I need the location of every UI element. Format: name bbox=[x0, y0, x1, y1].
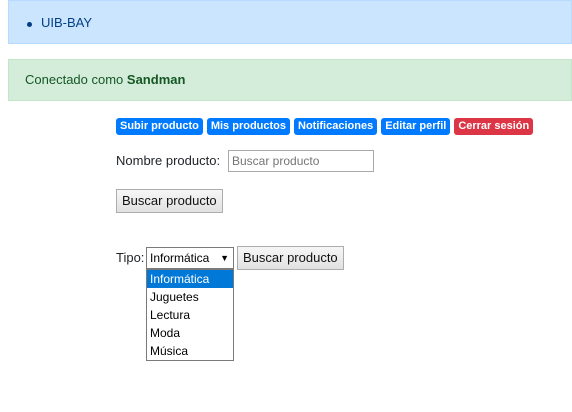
type-dropdown-list: Informática Juguetes Lectura Moda Música bbox=[146, 269, 234, 361]
search-by-name-button[interactable]: Buscar producto bbox=[116, 189, 223, 213]
type-select-value: Informática bbox=[150, 251, 210, 265]
logout-button[interactable]: Cerrar sesión bbox=[454, 118, 534, 135]
brand-link[interactable]: UIB-BAY bbox=[41, 15, 92, 30]
upload-product-button[interactable]: Subir producto bbox=[116, 118, 203, 135]
type-select[interactable]: Informática ▼ bbox=[146, 247, 234, 269]
type-option-lectura[interactable]: Lectura bbox=[147, 306, 233, 324]
action-buttons: Subir producto Mis productos Notificacio… bbox=[116, 118, 534, 135]
type-label: Tipo: bbox=[116, 250, 145, 265]
type-option-musica[interactable]: Música bbox=[147, 342, 233, 360]
navbar: UIB-BAY bbox=[8, 0, 572, 44]
chevron-down-icon: ▼ bbox=[220, 253, 229, 263]
edit-profile-button[interactable]: Editar perfil bbox=[381, 118, 451, 135]
type-option-moda[interactable]: Moda bbox=[147, 324, 233, 342]
my-products-button[interactable]: Mis productos bbox=[206, 118, 290, 135]
login-status-alert: Conectado como Sandman bbox=[8, 59, 572, 101]
product-name-input[interactable] bbox=[228, 150, 374, 172]
notifications-button[interactable]: Notificaciones bbox=[294, 118, 378, 135]
product-name-label: Nombre producto: bbox=[116, 153, 221, 168]
type-option-juguetes[interactable]: Juguetes bbox=[147, 288, 233, 306]
login-status-prefix: Conectado como bbox=[25, 72, 127, 87]
type-option-informatica[interactable]: Informática bbox=[147, 270, 233, 288]
login-status-text: Conectado como Sandman bbox=[25, 72, 185, 87]
search-by-type-button[interactable]: Buscar producto bbox=[237, 246, 344, 270]
username: Sandman bbox=[126, 72, 186, 87]
bullet-icon bbox=[27, 22, 32, 27]
